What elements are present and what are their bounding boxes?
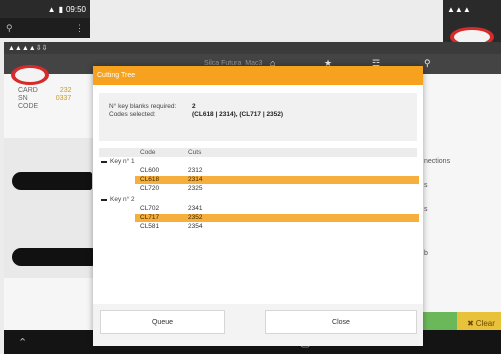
header-cuts: Cuts xyxy=(188,149,202,156)
row-cut: 2312 xyxy=(188,167,203,174)
dialog-title: Cutting Tree xyxy=(93,66,423,85)
more-icon[interactable]: ⋮ xyxy=(75,23,84,34)
row-cut: 2314 xyxy=(188,176,203,183)
app-status-bar: ▲▲▲▲⇩⇩ xyxy=(4,42,501,54)
background-frame-left: ▲ ▮ 09:50 ⚲ ⋮ xyxy=(0,0,90,38)
notification-icon: ▲▲▲ xyxy=(447,4,471,14)
right-menu-item[interactable]: b xyxy=(424,250,428,257)
key-preview-panel xyxy=(4,138,94,278)
row-code: CL720 xyxy=(140,185,160,192)
group-label: Key n° 2 xyxy=(110,196,135,203)
status-bar-right: ▲▲▲ xyxy=(443,0,501,18)
signal-icon: ▲ xyxy=(47,4,56,14)
row-code: CL600 xyxy=(140,167,160,174)
row-cut: 2341 xyxy=(188,205,203,212)
card-label: CARD xyxy=(18,87,38,94)
table-row[interactable]: CL702 2341 xyxy=(135,205,419,213)
silca-logo-icon xyxy=(11,65,49,85)
row-code: CL702 xyxy=(140,205,160,212)
clock: 09:50 xyxy=(65,4,86,14)
header-code: Code xyxy=(140,149,156,156)
collapse-icon[interactable] xyxy=(101,198,107,201)
group-key-2[interactable]: Key n° 2 xyxy=(101,196,135,203)
notification-icons: ▲▲▲▲⇩⇩ xyxy=(8,45,48,52)
table-row-selected[interactable]: CL618 2314 xyxy=(135,176,419,184)
table-row-selected[interactable]: CL717 2352 xyxy=(135,214,419,222)
table-row[interactable]: CL581 2354 xyxy=(135,223,419,231)
queue-button[interactable]: Queue xyxy=(100,310,225,334)
status-bar-left: ▲ ▮ 09:50 xyxy=(0,0,90,18)
right-menu-item[interactable]: s xyxy=(424,206,428,213)
codes-label: Codes selected: xyxy=(109,111,156,118)
dialog-footer: Queue Close xyxy=(93,304,423,346)
summary-panel: N° key blanks required: 2 Codes selected… xyxy=(99,93,417,141)
right-menu-item[interactable]: nections xyxy=(424,158,450,165)
cutting-tree-dialog: Cutting Tree N° key blanks required: 2 C… xyxy=(93,66,423,346)
row-cut: 2354 xyxy=(188,223,203,230)
key-info: CARD 232 SN 0337 CODE xyxy=(18,87,72,111)
sn-value: 0337 xyxy=(55,95,72,102)
clear-label: Clear xyxy=(475,318,495,328)
table-header: Code Cuts xyxy=(99,148,417,157)
required-value: 2 xyxy=(192,103,196,110)
group-key-1[interactable]: Key n° 1 xyxy=(101,158,135,165)
collapse-icon[interactable] xyxy=(101,160,107,163)
row-cut: 2352 xyxy=(188,214,203,221)
table-row[interactable]: CL600 2312 xyxy=(135,167,419,175)
code-label: CODE xyxy=(18,103,39,110)
close-icon: ✖ xyxy=(467,318,474,328)
battery-icon: ▮ xyxy=(58,4,63,14)
row-code: CL618 xyxy=(140,176,160,183)
row-code: CL581 xyxy=(140,223,160,230)
search-icon[interactable]: ⚲ xyxy=(424,58,431,69)
codes-value: (CL618 | 2314), (CL717 | 2352) xyxy=(192,111,284,118)
row-code: CL717 xyxy=(140,214,160,221)
table-row[interactable]: CL720 2325 xyxy=(135,185,419,193)
required-label: N° key blanks required: xyxy=(109,103,177,110)
close-button[interactable]: Close xyxy=(265,310,417,334)
chevron-up-icon[interactable]: ⌃ xyxy=(18,336,27,349)
card-value: 232 xyxy=(59,87,72,94)
group-label: Key n° 1 xyxy=(110,158,135,165)
search-icon[interactable]: ⚲ xyxy=(6,23,13,34)
right-menu-item[interactable]: s xyxy=(424,182,428,189)
sn-label: SN xyxy=(18,95,28,102)
background-header-left: ⚲ ⋮ xyxy=(0,18,90,38)
row-cut: 2325 xyxy=(188,185,203,192)
key-profile-image xyxy=(12,172,92,190)
key-profile-image xyxy=(12,248,94,266)
